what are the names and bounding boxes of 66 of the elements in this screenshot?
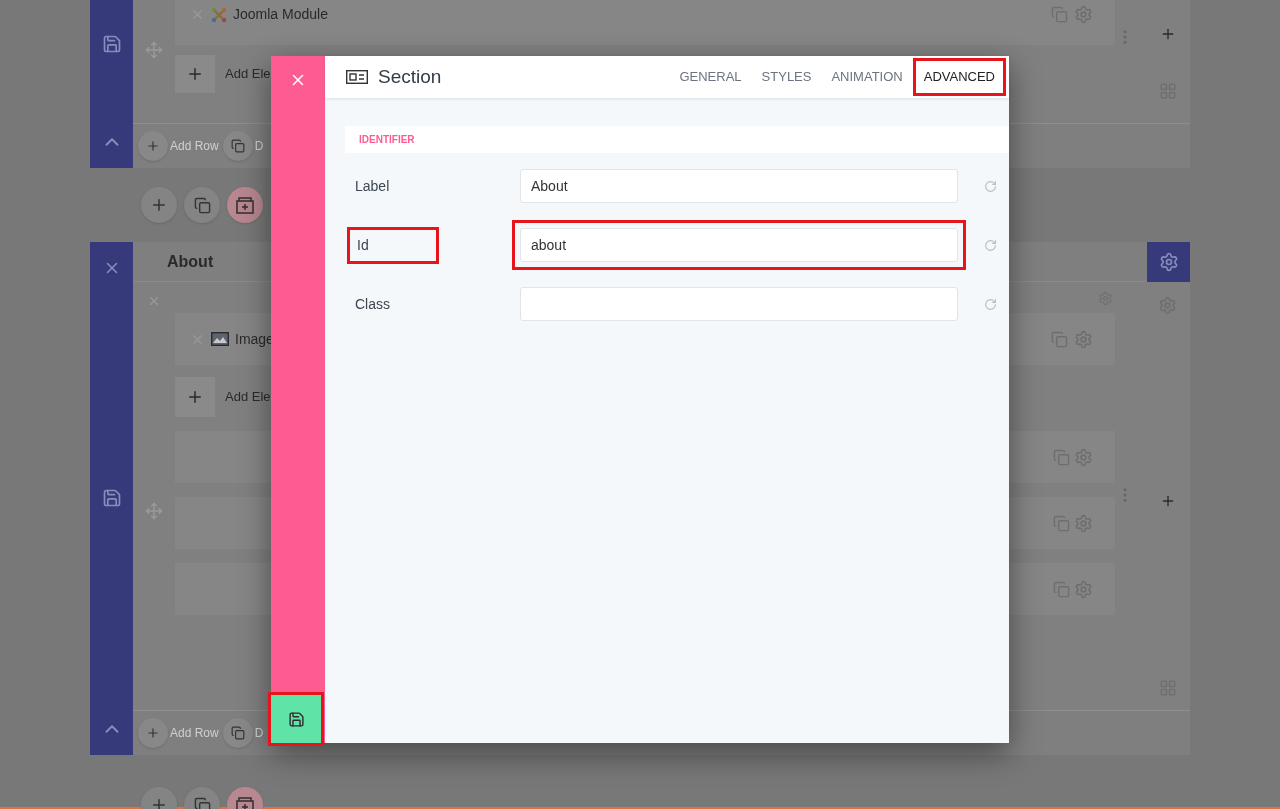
text-input-field[interactable]: About (520, 169, 958, 203)
settings-icon[interactable] (1074, 329, 1093, 349)
text-input-field[interactable] (520, 287, 958, 321)
add-element-plus-button[interactable] (175, 377, 215, 417)
save-icon[interactable] (101, 34, 122, 54)
picture-icon (211, 332, 229, 346)
joomla-logo-icon (211, 6, 227, 23)
duplicate-row-button[interactable] (222, 131, 253, 161)
plus-icon (146, 139, 160, 153)
add-section-button[interactable] (141, 187, 177, 223)
duplicate-icon[interactable] (1053, 580, 1070, 598)
section-settings-button[interactable] (1147, 241, 1190, 282)
archive-plus-icon (235, 196, 255, 214)
duplicate-section-button[interactable] (184, 187, 220, 223)
settings-icon[interactable] (1074, 579, 1093, 599)
reset-icon[interactable] (984, 297, 997, 311)
archive-plus-icon (235, 796, 255, 809)
duplicate-icon[interactable] (1051, 6, 1068, 23)
tab[interactable]: ANIMATION (821, 58, 913, 96)
section-title: About (167, 251, 214, 272)
add-element-plus-button[interactable] (175, 55, 215, 93)
save-icon (287, 710, 305, 728)
field-label: Class (354, 294, 390, 314)
settings-icon[interactable] (1074, 513, 1093, 533)
tab[interactable]: GENERAL (669, 58, 752, 96)
group-title: IDENTIFIER (359, 133, 415, 147)
plus-icon (186, 65, 204, 83)
reset-icon[interactable] (984, 238, 997, 252)
settings-icon[interactable] (1074, 5, 1093, 24)
text-input-field[interactable]: about (520, 228, 958, 262)
reset-icon[interactable] (984, 179, 997, 193)
plus-icon (150, 796, 168, 809)
plus-icon (186, 388, 204, 406)
add-row-plus-button[interactable] (138, 718, 168, 748)
duplicate-icon[interactable] (1053, 448, 1070, 466)
plus-icon (150, 196, 168, 214)
add-element-label[interactable]: Add Ele (225, 387, 271, 407)
tab[interactable]: ADVANCED (912, 58, 1006, 96)
save-button[interactable] (271, 695, 321, 743)
settings-icon[interactable] (1074, 447, 1093, 467)
row-action-label[interactable]: D (254, 724, 264, 742)
duplicate-icon (193, 796, 211, 809)
add-row-plus-button[interactable] (138, 131, 168, 161)
field-label: Id (347, 226, 439, 264)
section-card-icon (346, 70, 368, 84)
remove-icon[interactable] (147, 294, 161, 308)
duplicate-icon[interactable] (1051, 330, 1068, 348)
duplicate-icon (230, 726, 245, 740)
move-handle-icon[interactable] (145, 502, 163, 520)
element-title: Joomla Module (233, 5, 328, 24)
duplicate-row-button[interactable] (222, 718, 253, 748)
save-icon[interactable] (101, 487, 122, 508)
duplicate-icon (193, 196, 211, 214)
add-row-label[interactable]: Add Row (170, 724, 219, 742)
plus-icon (146, 726, 160, 740)
add-from-library-button[interactable] (227, 187, 263, 223)
add-element-label[interactable]: Add Ele (225, 64, 271, 84)
row-action-label[interactable]: D (254, 137, 264, 155)
move-handle-icon[interactable] (145, 41, 163, 59)
settings-icon (1158, 251, 1179, 272)
duplicate-icon (230, 139, 245, 153)
add-row-label[interactable]: Add Row (170, 137, 219, 155)
dialog-title: Section (378, 64, 442, 89)
tab[interactable]: STYLES (751, 58, 822, 96)
field-label: Label (354, 176, 390, 196)
duplicate-icon[interactable] (1053, 514, 1070, 532)
